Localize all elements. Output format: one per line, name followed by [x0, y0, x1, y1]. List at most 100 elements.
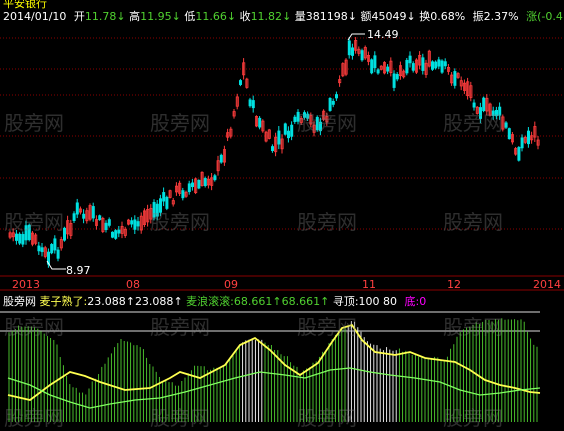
candle-body [258, 117, 262, 128]
indicator-line1-value-2: 23.088 [134, 295, 174, 308]
date-label: 11 [362, 278, 376, 291]
candle-body [248, 99, 252, 107]
watermark: 股旁网 [4, 406, 64, 430]
indicator-line2-value-2: 68.661 [281, 295, 321, 308]
watermark: 股旁网 [4, 315, 64, 339]
amount-label: 额 [360, 10, 372, 23]
volume-value: 381198 [305, 10, 348, 23]
candle-body [50, 244, 54, 254]
date-label: 2014 [533, 278, 561, 291]
candle-body [56, 249, 60, 259]
open-label: 开 [73, 10, 85, 23]
indicator-line1-label: 麦子熟了 [39, 295, 84, 308]
high-mark-label: 14.49 [367, 28, 399, 41]
candle-body [411, 63, 415, 71]
candle-body [114, 230, 118, 239]
candle-body [395, 73, 399, 80]
candle-body [21, 234, 25, 245]
candle-body [75, 202, 79, 215]
candle-body [111, 231, 115, 238]
turnover-value: 0.68% [430, 10, 466, 23]
candle-body [408, 55, 412, 64]
high-label: 高 [129, 10, 141, 23]
candle-body [107, 219, 111, 226]
indicator-line1-arrow: ↑ [125, 295, 135, 308]
candle-body [219, 154, 223, 163]
candle-body [251, 100, 255, 109]
candle-body [392, 73, 396, 88]
high-mark-leader [347, 33, 365, 41]
watermark: 股旁网 [297, 406, 357, 430]
indicator-line1-value: 23.088 [87, 295, 126, 308]
candle-body [430, 61, 434, 70]
low-mark-label: 8.97 [66, 264, 91, 277]
candle-body [434, 61, 438, 69]
candle-body [40, 247, 44, 253]
open-arrow: ↓ [116, 10, 126, 23]
candle-body [283, 123, 287, 135]
candle-body [360, 50, 364, 61]
candle-body [136, 221, 140, 227]
amount-value: 45049 [371, 10, 407, 23]
indicator-line3-label: 寻顶 [332, 295, 355, 308]
indicator-line2-arrow: ↑ [272, 295, 282, 308]
watermark: 股旁网 [443, 406, 503, 430]
candle-body [181, 190, 185, 199]
low-label: 低 [184, 10, 196, 23]
stock-chart-window: 14.49 8.97 股旁网 股旁网 股旁网 股旁网 股旁网 股旁网 股旁网 股… [0, 0, 564, 430]
indicator-source: 股旁网 [3, 295, 36, 308]
candle-body [334, 94, 338, 99]
high-value: 11.95 [140, 10, 172, 23]
candle-body [370, 59, 374, 74]
candle-body [133, 219, 137, 230]
candle-body [130, 220, 134, 225]
indicator-line2-arrow-2: ↑ [320, 295, 330, 308]
watermark: 股旁网 [443, 210, 503, 234]
candle-body [270, 146, 274, 152]
low-value: 11.66 [195, 10, 227, 23]
candle-body [421, 57, 425, 71]
open-value: 11.78 [84, 10, 117, 23]
candle-body [72, 213, 76, 222]
candle-body [197, 179, 201, 189]
candle-body [504, 122, 508, 128]
watermark: 股旁网 [150, 210, 210, 234]
candle-body [405, 59, 409, 74]
volume-label: 量 [294, 10, 306, 23]
low-arrow: ↓ [226, 10, 237, 23]
amount-arrow: ↓ [406, 10, 416, 23]
candle-body [277, 130, 281, 145]
amplitude-label: 振 [472, 10, 484, 23]
indicator-line2-label: 麦浪滚滚 [186, 295, 231, 308]
indicator-line4-label: 底 [404, 295, 416, 308]
candle-body [520, 137, 524, 149]
date-label: 08 [126, 278, 140, 291]
quote-info-bar: 2014/01/10 开11.78↓ 高11.95↓ 低11.66↓ 收11.8… [3, 10, 564, 24]
indicator-legend: 股旁网 麦子熟了:23.088↑23.088↑ 麦浪滚滚:68.661↑68.6… [3, 295, 427, 308]
close-value: 11.82 [250, 10, 283, 23]
candle-body [162, 192, 166, 202]
candle-body [527, 130, 531, 145]
close-label: 收 [239, 10, 251, 23]
watermark: 股旁网 [297, 315, 357, 339]
candle-body [373, 55, 377, 69]
watermark: 股旁网 [443, 111, 503, 135]
candle-body [290, 124, 294, 137]
candle-body [37, 245, 41, 252]
candle-body [507, 128, 511, 140]
candle-body [91, 206, 95, 219]
candle-body [437, 59, 441, 67]
candle-body [293, 116, 297, 123]
indicator-line4-value: 0 [419, 295, 427, 308]
date-label: 09 [224, 278, 238, 291]
candle-body [187, 183, 191, 193]
amplitude-value: 2.37% [483, 10, 519, 23]
watermark: 股旁网 [150, 315, 210, 339]
indicator-line1-arrow-2: ↑ [173, 295, 183, 308]
date-label: 12 [447, 278, 461, 291]
watermark: 股旁网 [443, 315, 503, 339]
candle-body [14, 233, 18, 241]
candle-body [104, 222, 108, 230]
candle-body [350, 47, 354, 56]
date-label: 2013 [12, 278, 40, 291]
